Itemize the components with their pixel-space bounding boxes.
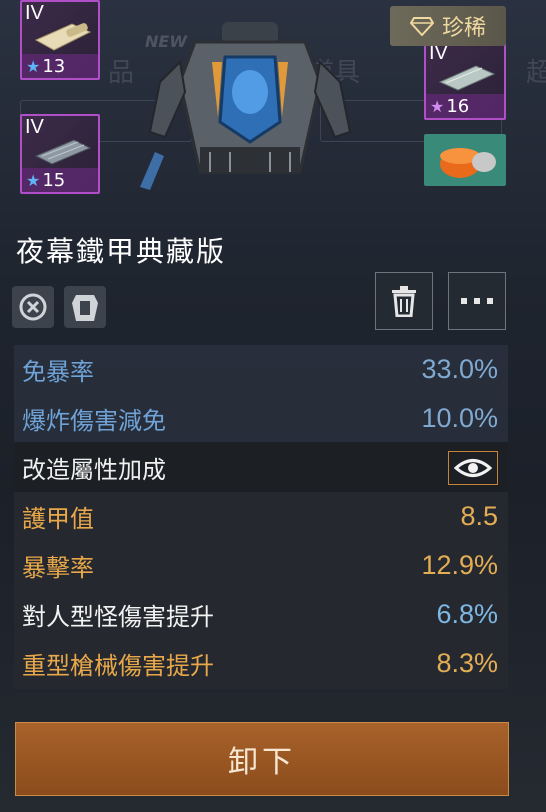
material-count-bar: ★ 15 [22, 168, 98, 192]
stat-row: 暴擊率 12.9% [14, 541, 508, 590]
section-title: 改造屬性加成 [22, 456, 166, 484]
armor-image [140, 22, 352, 190]
stat-label: 暴擊率 [22, 554, 94, 582]
delete-button[interactable] [375, 272, 433, 330]
orange-canister-icon [440, 148, 496, 178]
material-count-bar: ★ 16 [426, 94, 504, 118]
material-slot[interactable]: IV ★ 13 [20, 0, 100, 80]
star-icon: ★ [26, 170, 41, 190]
material-count: 15 [42, 169, 66, 191]
stat-value: 12.9% [421, 550, 498, 580]
star-icon: ★ [430, 96, 445, 116]
trash-icon [392, 286, 416, 317]
more-options-button[interactable] [448, 272, 506, 330]
more-dots-icon [461, 298, 493, 304]
item-name: 夜幕鐵甲典藏版 [16, 235, 227, 268]
rarity-label: 珍稀 [441, 16, 486, 41]
material-count: 13 [42, 55, 66, 77]
armor-type-icon[interactable] [64, 286, 106, 328]
stat-value: 6.8% [436, 599, 498, 629]
unbind-status-icon[interactable] [12, 286, 54, 328]
material-slot[interactable] [424, 134, 506, 186]
equipment-detail-panel: NEW 品 道具 超 IV ★ 13 IV ★ 15 IV ★ 16 珍稀 夜幕… [0, 0, 546, 812]
stat-value: 8.5 [460, 501, 498, 531]
stat-row: 護甲值 8.5 [14, 492, 508, 541]
stat-row: 對人型怪傷害提升 6.8% [14, 590, 508, 639]
stat-label: 免暴率 [22, 358, 94, 386]
stat-label: 對人型怪傷害提升 [22, 603, 214, 631]
no-trade-icon [19, 293, 47, 321]
stat-label: 重型槍械傷害提升 [22, 652, 214, 680]
steel-sheet-icon [34, 139, 92, 165]
stat-label: 爆炸傷害減免 [22, 407, 166, 435]
material-count-bar: ★ 13 [22, 54, 98, 78]
stat-label: 護甲值 [22, 505, 94, 533]
cloth-roll-icon [34, 23, 92, 51]
material-slot[interactable]: IV ★ 16 [424, 40, 506, 120]
stat-row: 重型槍械傷害提升 8.3% [14, 639, 508, 688]
body-armor-icon [72, 295, 98, 321]
rarity-badge: 珍稀 [390, 6, 506, 46]
material-slot[interactable]: IV ★ 15 [20, 114, 100, 194]
stat-row: 免暴率 33.0% [14, 345, 508, 394]
mod-section-header: 改造屬性加成 [14, 443, 508, 492]
diamond-icon [409, 17, 434, 36]
unequip-button[interactable]: 卸下 [15, 722, 509, 796]
view-mod-button[interactable] [448, 450, 498, 485]
fabric-roll-icon [438, 65, 496, 91]
bg-ghost-text: 品 [108, 58, 135, 88]
stat-row: 爆炸傷害減免 10.0% [14, 394, 508, 443]
stat-value: 10.0% [421, 403, 498, 433]
stat-value: 8.3% [436, 648, 498, 678]
stat-value: 33.0% [421, 354, 498, 384]
material-count: 16 [446, 95, 470, 117]
bg-ghost-text: 超 [526, 58, 546, 88]
eye-icon [454, 458, 492, 477]
stats-list: 免暴率 33.0% 爆炸傷害減免 10.0% 改造屬性加成 護甲值 8.5 暴擊… [14, 345, 508, 688]
star-icon: ★ [26, 56, 41, 76]
